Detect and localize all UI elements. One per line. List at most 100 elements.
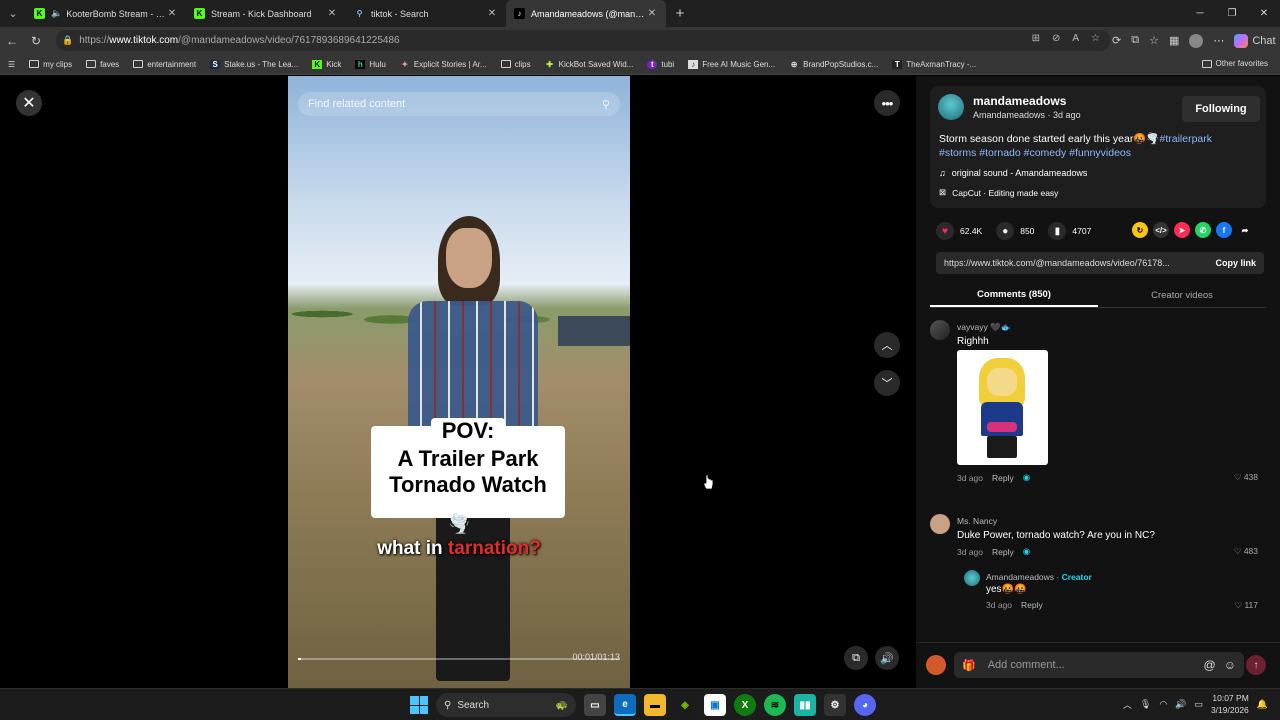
embed-icon[interactable]: </> <box>1153 222 1169 238</box>
bookmark-kick[interactable]: K Kick <box>312 59 341 69</box>
volume-button[interactable]: 🔊 <box>875 646 899 670</box>
system-clock[interactable]: 10:07 PM 3/19/2026 <box>1211 692 1249 716</box>
add-comment-input[interactable] <box>987 659 1196 671</box>
comment-like-button[interactable]: ♡ 438 <box>1234 472 1258 483</box>
creator-avatar[interactable] <box>938 94 964 120</box>
reply-button[interactable]: Reply <box>992 473 1014 483</box>
speaker-icon[interactable]: 🔈 <box>51 8 62 19</box>
following-button[interactable]: Following <box>1182 96 1260 122</box>
spotify-icon[interactable]: ≋ <box>764 694 786 716</box>
copilot-button[interactable]: Chat <box>1234 33 1276 48</box>
comment-username[interactable]: Amandameadows · Creator <box>986 572 1092 582</box>
close-tab-icon[interactable]: ✕ <box>166 8 178 19</box>
settings-more-icon[interactable]: ⋯ <box>1213 34 1224 47</box>
avatar[interactable] <box>964 570 980 586</box>
microphone-icon[interactable]: 🎙 <box>1140 699 1151 710</box>
close-tab-icon[interactable]: ✕ <box>486 8 498 19</box>
volume-icon[interactable]: 🔊 <box>1175 699 1186 710</box>
save-button[interactable]: ▮ 4707 <box>1048 222 1091 240</box>
battery-icon[interactable]: ▭ <box>1194 699 1203 710</box>
bookmark-brandpop[interactable]: ⊕ BrandPopStudios.c... <box>789 60 879 69</box>
site-info-icon[interactable]: 🔒 <box>62 35 73 46</box>
previous-video-button[interactable]: ︿ <box>874 332 900 358</box>
bookmark-theaxmantracy[interactable]: T TheAxmanTracy -... <box>892 59 976 69</box>
avatar[interactable] <box>930 320 950 340</box>
comment-like-button[interactable]: ♡ 483 <box>1234 546 1258 557</box>
nvidia-icon[interactable]: ◈ <box>674 694 696 716</box>
hashtag-links[interactable]: #storms #tornado #comedy #funnyvideos <box>939 147 1131 159</box>
app-icon[interactable]: ⚙ <box>824 694 846 716</box>
bookmark-entertainment[interactable]: entertainment <box>133 60 196 69</box>
tab-comments[interactable]: Comments (850) <box>930 284 1098 307</box>
floating-player-button[interactable]: ⧉ <box>844 646 868 670</box>
file-explorer-icon[interactable]: ▬ <box>644 694 666 716</box>
minimize-icon[interactable]: ─ <box>1184 0 1216 27</box>
emoji-icon[interactable]: ☺ <box>1224 658 1236 672</box>
tracking-prevention-icon[interactable]: ⊘ <box>1052 33 1060 44</box>
extensions-icon[interactable]: ⧉ <box>1131 34 1139 47</box>
mention-icon[interactable]: @ <box>1204 658 1216 672</box>
comment-like-button[interactable]: ♡ 117 <box>1234 600 1258 611</box>
send-to-friends-icon[interactable]: ➤ <box>1174 222 1190 238</box>
tab-creator-videos[interactable]: Creator videos <box>1098 284 1266 307</box>
restore-icon[interactable]: ❐ <box>1216 0 1248 27</box>
favorites-icon[interactable]: ☆ <box>1149 34 1159 47</box>
bookmark-hulu[interactable]: h Hulu <box>355 59 386 69</box>
repost-icon[interactable]: ↻ <box>1132 222 1148 238</box>
chevron-up-icon[interactable]: ︿ <box>1123 698 1132 711</box>
close-window-icon[interactable]: ✕ <box>1248 0 1280 27</box>
browser-tab[interactable]: ⚲ tiktok - Search ✕ <box>346 0 506 27</box>
gift-icon[interactable]: 🎁 <box>962 659 976 672</box>
browser-tab-active[interactable]: ♪ Amandameadows (@mandameadows) ✕ <box>506 0 666 27</box>
bookmark-my-clips[interactable]: my clips <box>29 60 72 69</box>
find-related-search[interactable]: Find related content ⚲ <box>298 92 620 116</box>
tab-actions-menu-button[interactable]: ⌄ <box>0 0 26 27</box>
browser-tab[interactable]: K 🔈 KooterBomb Stream - Watch ✕ <box>26 0 186 27</box>
close-tab-icon[interactable]: ✕ <box>646 8 658 19</box>
audio-app-icon[interactable]: ▮▮ <box>794 694 816 716</box>
copy-link-button[interactable]: Copy link <box>1215 258 1256 268</box>
sound-link[interactable]: ♫ original sound - Amandameadows <box>939 168 1087 178</box>
store-icon[interactable]: ▣ <box>704 694 726 716</box>
whatsapp-icon[interactable]: ✆ <box>1195 222 1211 238</box>
bookmark-faves[interactable]: faves <box>86 60 119 69</box>
close-tab-icon[interactable]: ✕ <box>326 8 338 19</box>
next-video-button[interactable]: ﹀ <box>874 370 900 396</box>
other-favorites[interactable]: Other favorites <box>1201 59 1268 68</box>
creator-handle[interactable]: mandameadows <box>973 94 1066 108</box>
collections-icon[interactable]: ▦ <box>1169 34 1179 47</box>
more-options-button[interactable]: ••• <box>874 90 900 116</box>
avatar[interactable] <box>930 514 950 534</box>
taskbar-search[interactable]: ⚲ Search 🐢 <box>436 693 576 717</box>
reply-button[interactable]: Reply <box>992 547 1014 557</box>
hashtag-link[interactable]: #trailerpark <box>1160 133 1213 145</box>
wifi-icon[interactable]: ◠ <box>1159 699 1167 710</box>
bookmark-stake[interactable]: S Stake.us - The Lea... <box>210 59 298 69</box>
favorite-star-icon[interactable]: ☆ <box>1091 33 1100 44</box>
back-icon[interactable]: ← <box>0 34 24 48</box>
bookmark-clips[interactable]: clips <box>500 60 531 69</box>
video-frame[interactable]: Find related content ⚲ POV: A Trailer Pa… <box>288 76 630 688</box>
like-button[interactable]: ♥ 62.4K <box>936 222 982 240</box>
reply-button[interactable]: Reply <box>1021 600 1043 610</box>
close-video-button[interactable]: ✕ <box>16 90 42 116</box>
windows-start-icon[interactable] <box>410 696 428 714</box>
refresh-page-icon[interactable]: ⟳ <box>1112 34 1121 47</box>
new-tab-button[interactable]: + <box>666 0 694 27</box>
bookmark-explicit-stories[interactable]: ✦ Explicit Stories | Ar... <box>400 60 486 69</box>
profile-avatar[interactable] <box>1189 33 1204 48</box>
bookmark-kickbot[interactable]: ✚ KickBot Saved Wid... <box>545 60 633 69</box>
discord-icon[interactable]: ◕ <box>854 694 876 716</box>
read-aloud-icon[interactable]: A <box>1072 33 1079 44</box>
capcut-link[interactable]: ⊠ CapCut · Editing made easy <box>939 187 1058 198</box>
facebook-icon[interactable]: f <box>1216 222 1232 238</box>
refresh-icon[interactable]: ↻ <box>24 34 48 48</box>
address-bar[interactable]: 🔒 https://www.tiktok.com/@mandameadows/v… <box>56 30 1110 51</box>
edge-icon[interactable]: e <box>614 694 636 716</box>
comment-button[interactable]: ● 850 <box>996 222 1034 240</box>
bookmark-free-ai-music[interactable]: ♪ Free AI Music Gen... <box>688 59 775 69</box>
notifications-icon[interactable]: 🔔 <box>1257 699 1268 710</box>
xbox-icon[interactable]: X <box>734 694 756 716</box>
bookmark-tubi[interactable]: t tubi <box>647 59 674 69</box>
reading-list-icon[interactable]: ☰ <box>8 60 15 69</box>
